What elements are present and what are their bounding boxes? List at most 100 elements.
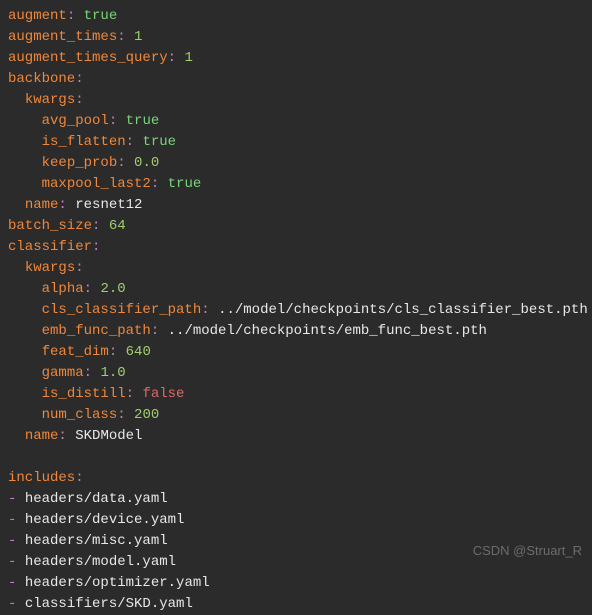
yaml-line: backbone: — [8, 69, 584, 90]
yaml-value: resnet12 — [75, 197, 142, 213]
yaml-line: maxpool_last2: true — [8, 174, 584, 195]
yaml-sep: : — [75, 92, 83, 108]
yaml-line: num_class: 200 — [8, 405, 584, 426]
list-item: - headers/optimizer.yaml — [8, 573, 584, 594]
yaml-value: ../model/checkpoints/emb_func_best.pth — [168, 323, 487, 339]
yaml-sep: : — [151, 323, 168, 339]
yaml-key: batch_size — [8, 218, 92, 234]
yaml-key: augment_times — [8, 29, 117, 45]
yaml-sep: : — [126, 386, 143, 402]
yaml-line: augment: true — [8, 6, 584, 27]
yaml-line: keep_prob: 0.0 — [8, 153, 584, 174]
yaml-line: augment_times: 1 — [8, 27, 584, 48]
list-value: classifiers/SKD.yaml — [25, 596, 193, 612]
yaml-sep: : — [58, 197, 75, 213]
watermark-text: CSDN @Struart_R — [473, 541, 582, 561]
list-item: - headers/device.yaml — [8, 510, 584, 531]
list-value: headers/optimizer.yaml — [25, 575, 210, 591]
list-item: - headers/data.yaml — [8, 489, 584, 510]
yaml-line: classifier: — [8, 237, 584, 258]
yaml-value: true — [126, 113, 160, 129]
yaml-sep: : — [75, 260, 83, 276]
list-dash: - — [8, 554, 25, 570]
yaml-line: avg_pool: true — [8, 111, 584, 132]
list-dash: - — [8, 575, 25, 591]
yaml-value: 640 — [126, 344, 151, 360]
yaml-value: 1.0 — [100, 365, 125, 381]
yaml-line: batch_size: 64 — [8, 216, 584, 237]
yaml-key: is_distill — [42, 386, 126, 402]
yaml-value: 1 — [184, 50, 192, 66]
yaml-line: is_flatten: true — [8, 132, 584, 153]
yaml-line: includes: — [8, 468, 584, 489]
list-dash: - — [8, 491, 25, 507]
yaml-key: is_flatten — [42, 134, 126, 150]
yaml-value: 0.0 — [134, 155, 159, 171]
yaml-line: kwargs: — [8, 258, 584, 279]
list-value: headers/device.yaml — [25, 512, 185, 528]
yaml-key: kwargs — [25, 92, 75, 108]
yaml-key: alpha — [42, 281, 84, 297]
yaml-value: 1 — [134, 29, 142, 45]
yaml-line: name: SKDModel — [8, 426, 584, 447]
yaml-line: kwargs: — [8, 90, 584, 111]
yaml-key: backbone — [8, 71, 75, 87]
yaml-key: classifier — [8, 239, 92, 255]
yaml-sep: : — [126, 134, 143, 150]
yaml-sep: : — [109, 113, 126, 129]
yaml-key: keep_prob — [42, 155, 118, 171]
yaml-key: emb_func_path — [42, 323, 151, 339]
yaml-key: kwargs — [25, 260, 75, 276]
yaml-sep: : — [58, 428, 75, 444]
yaml-value: 64 — [109, 218, 126, 234]
yaml-key: feat_dim — [42, 344, 109, 360]
list-value: headers/misc.yaml — [25, 533, 168, 549]
yaml-key: name — [25, 197, 59, 213]
yaml-line: name: resnet12 — [8, 195, 584, 216]
list-dash: - — [8, 512, 25, 528]
yaml-line: cls_classifier_path: ../model/checkpoint… — [8, 300, 584, 321]
yaml-key: name — [25, 428, 59, 444]
list-value: headers/model.yaml — [25, 554, 176, 570]
yaml-line: augment_times_query: 1 — [8, 48, 584, 69]
yaml-key: includes — [8, 470, 75, 486]
yaml-sep: : — [84, 365, 101, 381]
yaml-value: SKDModel — [75, 428, 142, 444]
yaml-key: augment — [8, 8, 67, 24]
yaml-sep: : — [117, 29, 134, 45]
yaml-sep: : — [201, 302, 218, 318]
yaml-value: 2.0 — [100, 281, 125, 297]
yaml-key: gamma — [42, 365, 84, 381]
yaml-line: alpha: 2.0 — [8, 279, 584, 300]
yaml-line: emb_func_path: ../model/checkpoints/emb_… — [8, 321, 584, 342]
list-item: - classifiers/SKD.yaml — [8, 594, 584, 615]
yaml-line: is_distill: false — [8, 384, 584, 405]
yaml-key: maxpool_last2 — [42, 176, 151, 192]
yaml-line: feat_dim: 640 — [8, 342, 584, 363]
yaml-sep: : — [75, 470, 83, 486]
yaml-sep: : — [168, 50, 185, 66]
blank-line — [8, 447, 584, 468]
yaml-value: ../model/checkpoints/cls_classifier_best… — [218, 302, 588, 318]
yaml-value: 200 — [134, 407, 159, 423]
yaml-value: false — [142, 386, 184, 402]
yaml-sep: : — [92, 218, 109, 234]
yaml-sep: : — [109, 344, 126, 360]
yaml-key: num_class — [42, 407, 118, 423]
yaml-sep: : — [92, 239, 100, 255]
list-dash: - — [8, 596, 25, 612]
yaml-key: cls_classifier_path — [42, 302, 202, 318]
yaml-key: augment_times_query — [8, 50, 168, 66]
yaml-sep: : — [84, 281, 101, 297]
list-dash: - — [8, 533, 25, 549]
yaml-value: true — [84, 8, 118, 24]
yaml-value: true — [142, 134, 176, 150]
yaml-key: avg_pool — [42, 113, 109, 129]
yaml-sep: : — [75, 71, 83, 87]
yaml-sep: : — [117, 407, 134, 423]
yaml-line: gamma: 1.0 — [8, 363, 584, 384]
yaml-sep: : — [151, 176, 168, 192]
yaml-value: true — [168, 176, 202, 192]
yaml-sep: : — [67, 8, 84, 24]
list-value: headers/data.yaml — [25, 491, 168, 507]
